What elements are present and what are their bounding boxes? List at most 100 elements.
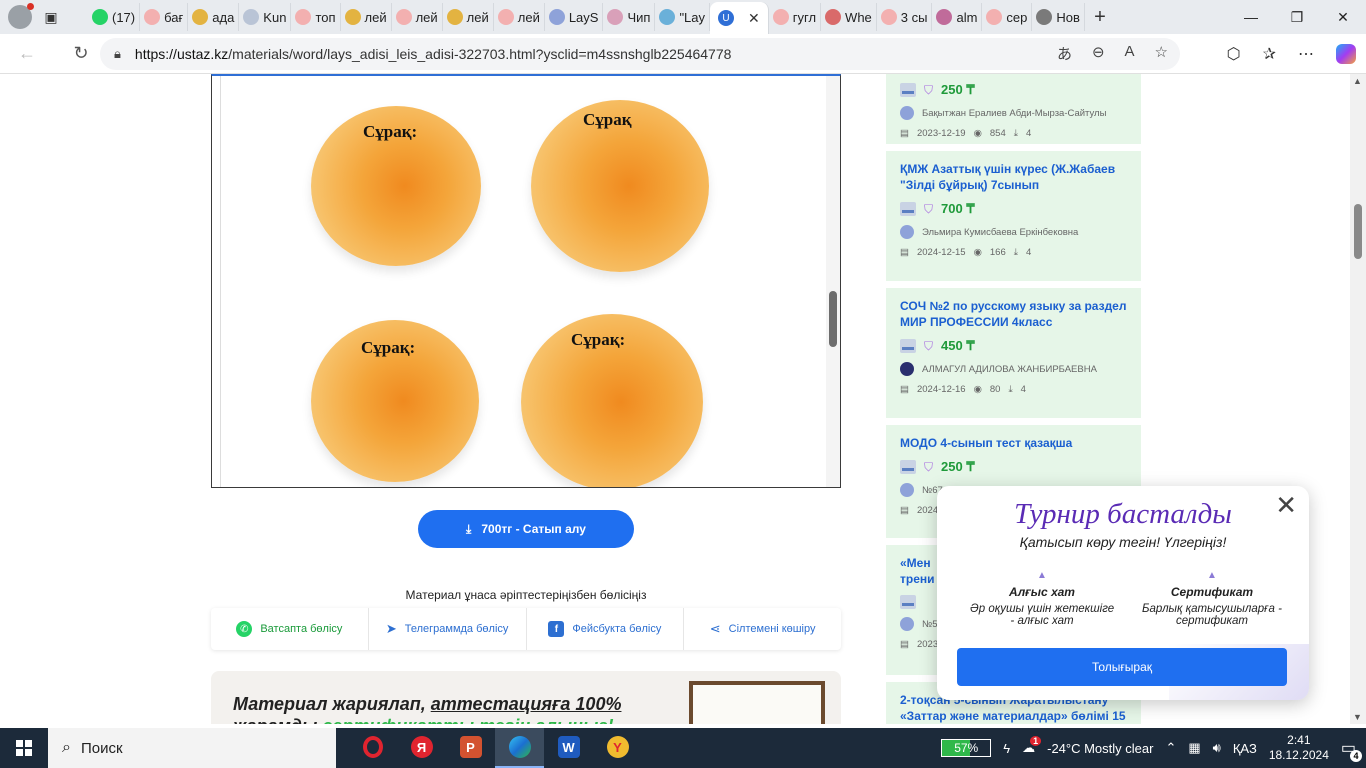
page-scrollbar[interactable]: ▲ ▼ xyxy=(1350,74,1366,724)
close-tab-icon[interactable]: ✕ xyxy=(748,10,760,27)
browser-tab-2[interactable]: ада xyxy=(188,3,240,31)
weather-icon[interactable]: ☁ 1 xyxy=(1022,736,1042,756)
photo-icon xyxy=(825,9,842,25)
lock-icon[interactable]: 🔒︎ xyxy=(114,46,121,62)
document-scroll-thumb[interactable] xyxy=(829,291,837,347)
browser-after-tab-0[interactable]: гугл xyxy=(769,3,822,31)
extensions-icon[interactable]: ⬡ xyxy=(1227,44,1241,64)
start-button[interactable] xyxy=(0,728,48,768)
card-title[interactable]: МОДО 4-сынып тест қазақша xyxy=(900,435,1127,451)
share-telegram-button[interactable]: ➤ Телеграммда бөлісу xyxy=(369,608,527,650)
tab-actions-icon[interactable]: ▣ xyxy=(38,4,64,30)
share-whatsapp-button[interactable]: ✆ Ватсапта бөлісу xyxy=(211,608,369,650)
url-field[interactable]: 🔒︎ https://ustaz.kz/materials/word/lays_… xyxy=(100,37,1180,70)
tab-label: (17) xyxy=(112,9,136,25)
copy-link-button[interactable]: ⋖ Сілтемені көшіру xyxy=(684,608,841,650)
more-info-button[interactable]: Толығырақ xyxy=(957,648,1287,686)
card-meta: ▤ 2024-12-15 ◉ 166 ⤓ 4 xyxy=(900,247,1127,258)
browser-tab-0[interactable]: (17) xyxy=(88,3,141,31)
card-title[interactable]: ҚМЖ Азаттық үшін күрес (Ж.Жабаев "Зілді … xyxy=(900,161,1127,193)
browser-after-tab-4[interactable]: сер xyxy=(982,3,1033,31)
favorite-star-icon[interactable]: ☆ xyxy=(1155,43,1168,64)
share-facebook-button[interactable]: f Фейсбукта бөлісу xyxy=(527,608,685,650)
browser-tab-7[interactable]: лей xyxy=(443,3,494,31)
calendar-icon: ▤ xyxy=(900,639,909,650)
browser-tab-10[interactable]: Чип xyxy=(603,3,656,31)
card-title[interactable]: «Мен трени xyxy=(900,555,940,587)
tab-label: alm xyxy=(956,9,978,25)
browser-tab-8[interactable]: лей xyxy=(494,3,545,31)
browser-tab-4[interactable]: топ xyxy=(291,3,341,31)
document-preview[interactable]: Сұрақ: Сұрақ Сұрақ: Сұрақ: xyxy=(211,74,841,488)
page-scroll-thumb[interactable] xyxy=(1354,204,1362,259)
language-indicator[interactable]: ҚАЗ xyxy=(1233,741,1257,756)
taskbar-search[interactable]: ⌕ Поиск xyxy=(48,728,336,768)
document-icon xyxy=(900,83,916,97)
chip-label-3: Сұрақ: xyxy=(361,338,416,357)
card-price: 250 ₸ xyxy=(941,459,975,474)
clock[interactable]: 2:41 18.12.2024 xyxy=(1269,733,1329,763)
scroll-down-icon[interactable]: ▼ xyxy=(1353,712,1362,722)
weather-text[interactable]: -24°C Mostly clear xyxy=(1047,741,1153,756)
browser-tab-11[interactable]: "Lay xyxy=(655,3,711,31)
eye-icon: ◉ xyxy=(973,247,982,258)
notification-count: 4 xyxy=(1350,750,1362,762)
popup-subtitle: Қатысып көру тегін! Үлгеріңіз! xyxy=(1019,534,1227,550)
material-card-2[interactable]: ҚМЖ Азаттық үшін күрес (Ж.Жабаев "Зілді … xyxy=(886,151,1141,281)
benefit-text: Барлық қатысушыларға - сертификат xyxy=(1142,603,1282,627)
network-icon[interactable]: ▦ xyxy=(1188,740,1200,756)
yandex-icon xyxy=(986,9,1003,25)
browser-tab-1[interactable]: бағ xyxy=(140,3,189,31)
word-app[interactable]: W xyxy=(544,728,593,768)
tab-label: сер xyxy=(1006,9,1028,25)
yandex-browser-app[interactable]: Y xyxy=(593,728,642,768)
powerpoint-app[interactable]: P xyxy=(446,728,495,768)
notifications-icon[interactable]: ▭ 4 xyxy=(1341,738,1362,762)
profile-avatar[interactable] xyxy=(8,3,34,29)
browser-tab-5[interactable]: лей xyxy=(341,3,392,31)
browser-after-tab-2[interactable]: 3 сы xyxy=(877,3,933,31)
document-scrollbar[interactable] xyxy=(826,76,840,487)
tab-active[interactable]: U ✕ xyxy=(710,2,769,34)
zoom-out-icon[interactable]: ⊖ xyxy=(1092,43,1105,64)
omnibox-icons: あ ⊖ A ☆ xyxy=(1057,43,1168,64)
promo-banner[interactable]: Материал жариялап, аттестацияға 100% жар… xyxy=(211,671,841,724)
minimize-icon[interactable]: — xyxy=(1228,0,1274,34)
more-icon[interactable]: ⋯ xyxy=(1298,44,1314,64)
buy-button[interactable]: ⤓ 700тг - Сатып алу xyxy=(418,510,634,548)
restore-icon[interactable]: ❐ xyxy=(1274,0,1320,34)
browser-tab-6[interactable]: лей xyxy=(392,3,443,31)
card-title[interactable]: СОЧ №2 по русскому языку за раздел МИР П… xyxy=(900,298,1127,330)
browser-tab-3[interactable]: Kun xyxy=(239,3,292,31)
back-icon[interactable]: ← xyxy=(10,37,44,71)
browser-after-tab-1[interactable]: Whe xyxy=(821,3,877,31)
copy-link-label: Сілтемені көшіру xyxy=(728,623,816,635)
copilot-icon[interactable] xyxy=(1336,43,1356,64)
card-price: 450 ₸ xyxy=(941,338,975,353)
scroll-up-icon[interactable]: ▲ xyxy=(1353,76,1362,86)
chevron-up-icon[interactable]: ⌃ xyxy=(1165,740,1176,756)
yandex-app[interactable]: Я xyxy=(397,728,446,768)
translate-icon[interactable]: あ xyxy=(1057,43,1072,64)
browser-tab-9[interactable]: LayS xyxy=(545,3,604,31)
taskbar: ⌕ Поиск Я P W Y 57% ϟ ☁ 1 -24°C Mostly cl… xyxy=(0,728,1366,768)
calendar-icon: ▤ xyxy=(900,247,909,258)
opera-app[interactable] xyxy=(348,728,397,768)
new-tab-button[interactable]: + xyxy=(1085,3,1115,31)
close-window-icon[interactable]: ✕ xyxy=(1320,0,1366,34)
volume-icon[interactable]: 🔊︎ xyxy=(1213,740,1221,756)
edge-app[interactable] xyxy=(495,728,544,768)
browser-after-tab-5[interactable]: Нов xyxy=(1032,3,1085,31)
card-author: АЛМАГУЛ АДИЛОВА ЖАНБИРБАЕВНА xyxy=(922,363,1097,375)
reload-icon[interactable]: ↻ xyxy=(64,37,98,71)
read-aloud-icon[interactable]: A xyxy=(1125,43,1135,64)
tab-label: Нов xyxy=(1056,9,1080,25)
browser-after-tab-3[interactable]: alm xyxy=(932,3,983,31)
material-card-3[interactable]: СОЧ №2 по русскому языку за раздел МИР П… xyxy=(886,288,1141,418)
favorites-icon[interactable]: ✰ xyxy=(1263,44,1276,64)
battery-indicator[interactable]: 57% xyxy=(941,739,992,757)
tournament-popup: ✕ Турнир басталды Қатысып көру тегін! Үл… xyxy=(937,486,1309,700)
material-card-1[interactable]: ⛉ 250 ₸ Бақытжан Ералиев Абди-Мырза-Сайт… xyxy=(886,74,1141,144)
battery-label: 57% xyxy=(954,741,979,755)
yandex-icon: Я xyxy=(410,736,433,758)
